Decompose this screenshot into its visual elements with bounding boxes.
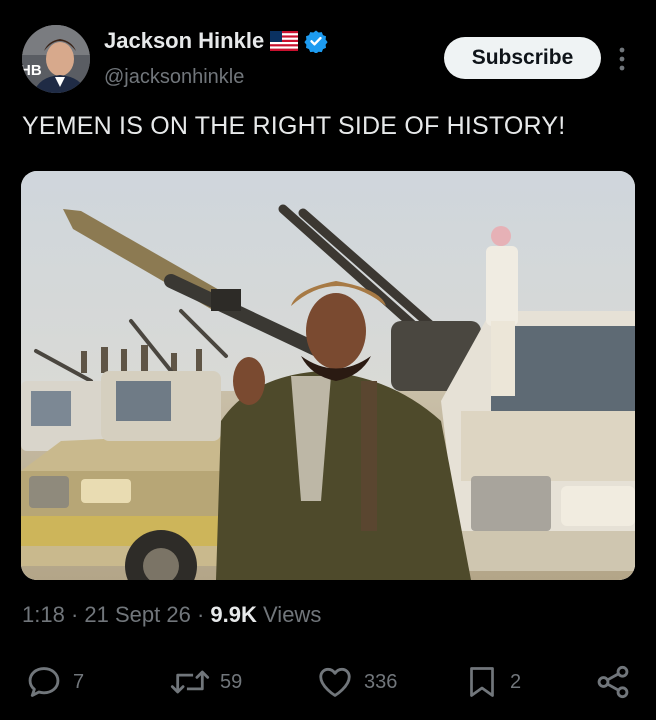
views-count[interactable]: 9.9K xyxy=(210,602,256,627)
share-icon xyxy=(597,665,629,699)
like-count: 336 xyxy=(364,670,398,693)
like-button[interactable]: 336 xyxy=(316,663,397,701)
tweet-media-image[interactable] xyxy=(21,171,635,580)
share-button[interactable] xyxy=(594,663,632,701)
more-options-icon[interactable] xyxy=(612,45,632,73)
meta-separator: · xyxy=(196,602,205,627)
heart-icon xyxy=(319,667,351,697)
bookmark-button[interactable]: 2 xyxy=(464,663,521,701)
reply-button[interactable]: 7 xyxy=(25,663,84,701)
author-avatar[interactable]: HB xyxy=(22,25,90,93)
us-flag-icon xyxy=(270,31,299,51)
views-label: Views xyxy=(263,602,322,627)
tweet-date: 21 Sept 26 xyxy=(84,602,191,627)
author-name[interactable]: Jackson Hinkle xyxy=(104,28,264,54)
bookmark-count: 2 xyxy=(510,670,522,693)
verified-badge-icon xyxy=(304,30,328,53)
tweet-text: YEMEN IS ON THE RIGHT SIDE OF HISTORY! xyxy=(22,112,566,140)
bookmark-icon xyxy=(470,667,494,697)
tweet-time: 1:18 xyxy=(22,602,65,627)
author-name-row: Jackson Hinkle xyxy=(104,28,328,54)
reply-count: 7 xyxy=(73,670,85,693)
subscribe-button[interactable]: Subscribe xyxy=(444,37,601,79)
repost-button[interactable]: 59 xyxy=(170,663,242,701)
meta-separator: · xyxy=(70,602,79,627)
repost-icon xyxy=(170,670,210,694)
photo-illustration xyxy=(21,171,635,580)
tweet-meta: 1:18 · 21 Sept 26 · 9.9K Views xyxy=(22,602,321,628)
repost-count: 59 xyxy=(220,670,243,693)
author-handle[interactable]: @jacksonhinkle xyxy=(104,66,244,89)
avatar-image: HB xyxy=(22,25,90,93)
reply-icon xyxy=(28,667,60,697)
avatar-letters: HB xyxy=(22,62,42,79)
